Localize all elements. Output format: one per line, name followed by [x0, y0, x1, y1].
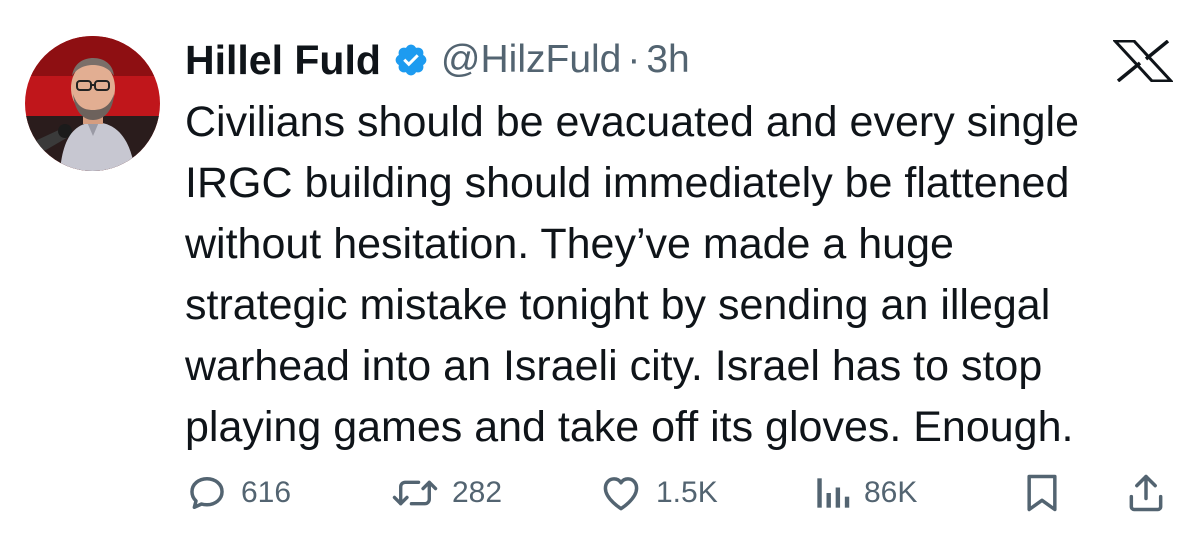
author-display-name[interactable]: Hillel Fuld [185, 37, 381, 84]
tweet-timestamp[interactable]: 3h [646, 38, 689, 82]
share-icon [1124, 471, 1168, 515]
repost-button[interactable]: 282 [390, 468, 502, 518]
author-handle[interactable]: @HilzFuld [441, 38, 621, 82]
repost-count: 282 [452, 476, 503, 509]
tweet-text-line: playing games and take off its gloves. E… [185, 403, 1074, 451]
tweet-text-line: strategic mistake tonight by sending an … [185, 281, 1051, 329]
like-count: 1.5K [656, 476, 718, 509]
reply-button[interactable]: 616 [185, 468, 291, 518]
tweet-text-line: Civilians should be evacuated and every … [185, 98, 1079, 146]
header-separator: · [627, 38, 641, 81]
views-button[interactable]: 86K [812, 468, 917, 518]
reply-count: 616 [241, 476, 292, 509]
share-button[interactable] [1124, 468, 1168, 518]
tweet-header: Hillel Fuld @HilzFuld · 3h [185, 34, 690, 86]
tweet-actions: 616 282 1.5K 86K [0, 468, 1199, 518]
avatar[interactable] [25, 36, 160, 171]
x-logo-icon[interactable] [1111, 39, 1175, 83]
tweet-text-line: without hesitation. They’ve made a huge [185, 220, 954, 268]
tweet-card: Hillel Fuld @HilzFuld · 3h Civilians sho… [0, 0, 1199, 547]
like-button[interactable]: 1.5K [598, 468, 718, 518]
repost-icon [390, 471, 440, 515]
bookmark-button[interactable] [1022, 468, 1062, 518]
tweet-text: Civilians should be evacuated and every … [185, 92, 1175, 458]
reply-icon [185, 471, 229, 515]
tweet-text-line: warhead into an Israeli city. Israel has… [185, 342, 1043, 390]
views-icon [812, 471, 852, 515]
verified-badge-icon [393, 42, 429, 78]
bookmark-icon [1022, 471, 1062, 515]
heart-icon [598, 471, 644, 515]
tweet-text-line: IRGC building should immediately be flat… [185, 159, 1070, 207]
views-count: 86K [864, 476, 918, 509]
